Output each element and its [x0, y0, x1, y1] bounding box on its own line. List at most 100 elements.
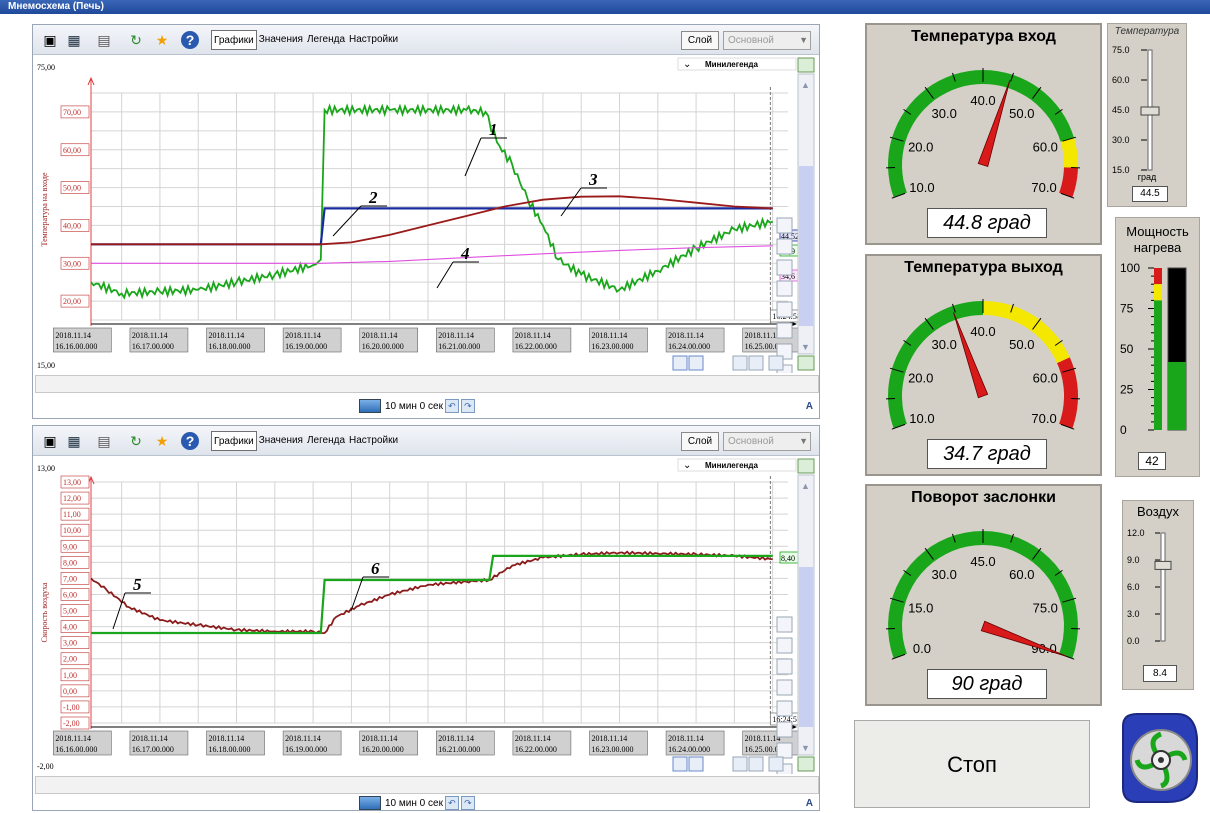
view-mode-button[interactable] — [769, 356, 783, 370]
x-tick-date: 2018.11.14 — [132, 331, 168, 340]
view-mode-button[interactable] — [733, 757, 747, 771]
view-mode-button[interactable] — [689, 356, 703, 370]
camera-icon[interactable]: ▣ — [41, 31, 59, 49]
layer-button[interactable]: Слой — [681, 31, 719, 50]
tab-settings[interactable]: Настройки — [347, 30, 400, 50]
star-icon[interactable]: ★ — [153, 432, 171, 450]
chart-tool-button[interactable] — [777, 743, 792, 758]
horizontal-scrollbar[interactable] — [35, 375, 819, 393]
save-icon[interactable]: ▦ — [65, 432, 83, 450]
chart-tool-button[interactable] — [777, 218, 792, 233]
air-slider-value[interactable]: 8.4 — [1143, 665, 1177, 682]
horizontal-scrollbar[interactable] — [35, 776, 819, 794]
tab-legend[interactable]: Легенда — [305, 30, 347, 50]
chart-tool-button[interactable] — [777, 638, 792, 653]
x-tick-time: 16.20.00.000 — [362, 342, 404, 351]
period-icon[interactable] — [359, 796, 381, 810]
chart-top[interactable]: ⌄Минилегенда75,0015,0070,0060,0050,0040,… — [33, 56, 819, 373]
undo-icon[interactable]: ↶ — [445, 399, 459, 413]
minilegend-label: Минилегенда — [705, 461, 758, 470]
tab-values[interactable]: Значения — [257, 431, 305, 451]
zoom-bottom-button[interactable] — [798, 757, 814, 771]
chart-tool-button[interactable] — [777, 302, 792, 317]
view-mode-button[interactable] — [689, 757, 703, 771]
refresh-icon[interactable]: ↻ — [127, 432, 145, 450]
camera-icon[interactable]: ▣ — [41, 432, 59, 450]
slider-tick-label: 9.0 — [1127, 555, 1140, 565]
tab-legend[interactable]: Легенда — [305, 431, 347, 451]
layer-select[interactable]: Основной▼ — [723, 432, 811, 451]
layer-button[interactable]: Слой — [681, 432, 719, 451]
save-icon[interactable]: ▦ — [65, 31, 83, 49]
view-mode-button[interactable] — [733, 356, 747, 370]
temp-slider-value[interactable]: 44.5 — [1132, 186, 1168, 202]
view-mode-button[interactable] — [749, 757, 763, 771]
auto-icon[interactable]: A — [806, 401, 813, 412]
air-slider-track[interactable]: 12.09.06.03.00.0 — [1123, 523, 1195, 663]
gauge-dial-damper: 0.015.030.045.060.075.090.0 — [867, 508, 1100, 688]
period-control[interactable]: 10 мин 0 сек↶↷ — [359, 795, 499, 813]
gauge-panel-inlet: Температура вход 10.020.030.040.050.060.… — [865, 23, 1102, 245]
period-control[interactable]: 10 мин 0 сек↶↷ — [359, 398, 499, 416]
chart-tool-button[interactable] — [777, 281, 792, 296]
view-mode-button[interactable] — [673, 356, 687, 370]
vertical-scroll-thumb[interactable] — [799, 166, 813, 326]
tab-graphs[interactable]: Графики — [211, 431, 257, 451]
chart-tool-button[interactable] — [777, 323, 792, 338]
view-mode-button[interactable] — [749, 356, 763, 370]
undo-icon[interactable]: ↶ — [445, 796, 459, 810]
zoom-top-button[interactable] — [798, 58, 814, 72]
tab-settings[interactable]: Настройки — [347, 431, 400, 451]
gauge-tick-label: 30.0 — [932, 337, 957, 352]
zoom-top-button[interactable] — [798, 459, 814, 473]
redo-icon[interactable]: ↷ — [461, 399, 475, 413]
tab-graphs[interactable]: Графики — [211, 30, 257, 50]
vertical-scroll-thumb[interactable] — [799, 567, 813, 727]
y-tick-label: 5,00 — [63, 607, 77, 616]
chart-tool-button[interactable] — [777, 680, 792, 695]
redo-icon[interactable]: ↷ — [461, 796, 475, 810]
callout-number: 5 — [133, 575, 142, 594]
chart-tool-button[interactable] — [777, 239, 792, 254]
slider-thumb[interactable] — [1155, 561, 1171, 569]
scale-bottom-label: -2,00 — [37, 762, 54, 771]
temp-slider-track[interactable]: 75.060.045.030.015.0 — [1108, 40, 1188, 190]
y-tick-label: 12,00 — [63, 494, 81, 503]
power-scale-red — [1154, 268, 1162, 284]
temp-slider-unit: град — [1108, 172, 1186, 182]
period-icon[interactable] — [359, 399, 381, 413]
view-mode-button[interactable] — [769, 757, 783, 771]
x-tick-date: 2018.11.14 — [438, 331, 474, 340]
print-icon[interactable]: ▤ — [95, 31, 113, 49]
zoom-bottom-button[interactable] — [798, 356, 814, 370]
tab-values[interactable]: Значения — [257, 30, 305, 50]
chart-tool-button[interactable] — [777, 701, 792, 716]
layer-select[interactable]: Основной▼ — [723, 31, 811, 50]
stop-button[interactable]: Стоп — [854, 720, 1090, 808]
x-tick-date: 2018.11.14 — [55, 331, 91, 340]
gauge-tick-label: 60.0 — [1033, 370, 1058, 385]
help-icon[interactable]: ? — [181, 432, 199, 450]
refresh-icon[interactable]: ↻ — [127, 31, 145, 49]
chart-tool-button[interactable] — [777, 722, 792, 737]
slider-thumb[interactable] — [1141, 107, 1159, 115]
chart-tool-button[interactable] — [777, 617, 792, 632]
y-tick-label: 3,00 — [63, 639, 77, 648]
series-line-2 — [91, 208, 773, 244]
x-tick-time: 16.21.00.000 — [438, 745, 480, 754]
value-tag: 8,40 — [781, 554, 795, 563]
chart-tool-button[interactable] — [777, 260, 792, 275]
auto-icon[interactable]: A — [806, 798, 813, 809]
help-icon[interactable]: ? — [181, 31, 199, 49]
view-mode-button[interactable] — [673, 757, 687, 771]
print-icon[interactable]: ▤ — [95, 432, 113, 450]
star-icon[interactable]: ★ — [153, 31, 171, 49]
chart-bottom[interactable]: ⌄Минилегенда13,00-2,0013,0012,0011,0010,… — [33, 457, 819, 774]
series-line-1 — [91, 106, 773, 298]
power-tick-label: 50 — [1120, 342, 1134, 356]
x-tick-date: 2018.11.14 — [209, 331, 245, 340]
gauge-tick-label: 75.0 — [1033, 600, 1058, 615]
heating-power-panel: Мощность нагрева 1007550250 42 — [1115, 217, 1200, 477]
chart-tool-button[interactable] — [777, 659, 792, 674]
layer-select-value: Основной — [728, 35, 774, 46]
